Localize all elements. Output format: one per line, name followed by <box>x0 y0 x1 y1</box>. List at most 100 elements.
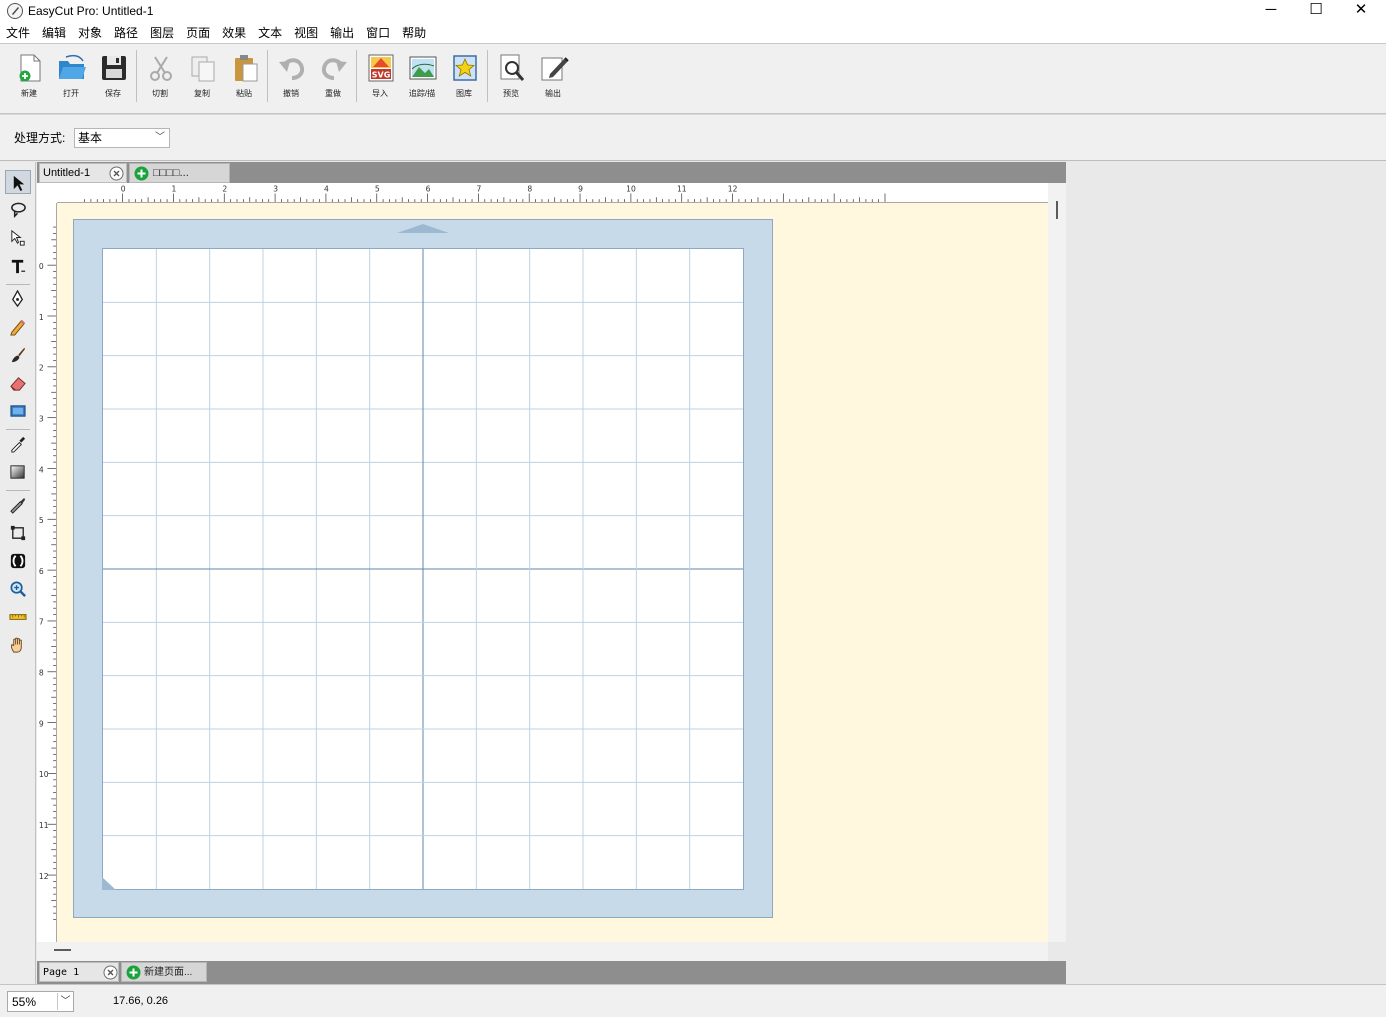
maximize-button[interactable]: ☐ <box>1293 0 1339 22</box>
menu-page[interactable]: 页面 <box>180 22 216 44</box>
svg-text:SVG: SVG <box>372 71 391 80</box>
horizontal-ruler[interactable]: 0 1 2 3 4 5 6 7 8 9 10 11 12 <box>57 183 1048 203</box>
weld-tool[interactable] <box>5 549 31 573</box>
pencil-icon <box>10 320 25 336</box>
svg-import-icon: SVG <box>368 54 394 82</box>
text-tool[interactable] <box>5 254 31 278</box>
horizontal-scrollbar[interactable] <box>37 942 1048 961</box>
knife-tool[interactable] <box>5 493 31 517</box>
menu-object[interactable]: 对象 <box>72 22 108 44</box>
tab-label: Untitled-1 <box>43 167 91 179</box>
undo-button[interactable]: 撤销 <box>270 50 312 104</box>
select-tool[interactable] <box>5 170 31 194</box>
brush-tool[interactable] <box>5 343 31 367</box>
menu-output[interactable]: 输出 <box>324 22 360 44</box>
measure-tool[interactable] <box>5 605 31 629</box>
preview-button[interactable]: 预览 <box>490 50 532 104</box>
vertical-scroll-thumb[interactable] <box>1056 201 1058 219</box>
cut-button[interactable]: 切割 <box>139 50 181 104</box>
ruler-v-label: 9 <box>39 719 44 728</box>
new-document-tab[interactable]: □□□□... <box>129 163 230 183</box>
eyedropper-tool[interactable] <box>5 432 31 456</box>
ruler-v-label: 3 <box>39 414 44 423</box>
process-value: 基本 <box>78 131 103 145</box>
eraser-tool[interactable] <box>5 371 31 395</box>
library-button[interactable]: 图库 <box>443 50 485 104</box>
ruler-v-label: 10 <box>39 770 49 779</box>
toolbar-button-label: 重做 <box>325 89 341 98</box>
pan-tool[interactable] <box>5 633 31 657</box>
process-select[interactable]: 基本 ﹀ <box>74 128 170 148</box>
pencil-tool[interactable] <box>5 315 31 339</box>
copy-icon <box>191 56 215 82</box>
rectangle-tool[interactable] <box>5 399 31 423</box>
process-bar: 处理方式: 基本 ﹀ <box>0 115 1386 161</box>
toolbar-separator <box>487 50 488 102</box>
toolbar-button-label: 复制 <box>194 89 210 98</box>
new-page-tab[interactable]: 新建页面... <box>121 962 207 982</box>
toolbar-button-label: 新建 <box>21 89 37 98</box>
tab-untitled-1[interactable]: Untitled-1 <box>39 163 127 183</box>
close-window-button[interactable]: ✕ <box>1338 0 1384 22</box>
redo-button[interactable]: 重做 <box>312 50 354 104</box>
undo-icon <box>279 58 305 80</box>
menu-effects[interactable]: 效果 <box>216 22 252 44</box>
mat-grid[interactable] <box>102 248 744 890</box>
menu-file[interactable]: 文件 <box>0 22 36 44</box>
menu-window[interactable]: 窗口 <box>360 22 396 44</box>
zoom-select[interactable]: 55% ﹀ <box>7 991 74 1012</box>
node-select-tool[interactable] <box>5 226 31 250</box>
import-button[interactable]: SVG 导入 <box>359 50 401 104</box>
toolbar-button-label: 粘贴 <box>236 89 252 98</box>
lasso-tool[interactable] <box>5 198 31 222</box>
ruler-v-label: 0 <box>39 262 44 271</box>
menu-edit[interactable]: 编辑 <box>36 22 72 44</box>
document-tab-bar: Untitled-1 □□□□... <box>37 162 1066 183</box>
new-button[interactable]: 新建 <box>8 50 50 104</box>
vertical-ruler[interactable]: 0123456789101112 <box>37 203 57 942</box>
ruler-h-label: 4 <box>324 185 329 194</box>
menu-help[interactable]: 帮助 <box>396 22 432 44</box>
toolbar-separator <box>136 50 137 102</box>
chevron-down-icon[interactable]: ﹀ <box>57 993 73 1010</box>
open-button[interactable]: 打开 <box>50 50 92 104</box>
copy-button[interactable]: 复制 <box>181 50 223 104</box>
toolbox <box>0 162 36 984</box>
knife-icon <box>10 497 26 514</box>
toolbar-button-label: 输出 <box>545 89 561 98</box>
toolbar-button-label: 打开 <box>63 89 79 98</box>
menu-view[interactable]: 视图 <box>288 22 324 44</box>
pen-tool[interactable] <box>5 287 31 311</box>
minimize-button[interactable]: ─ <box>1248 0 1294 22</box>
ruler-h-label: 2 <box>222 185 227 194</box>
menu-path[interactable]: 路径 <box>108 22 144 44</box>
new-document-label: □□□□... <box>153 167 189 179</box>
close-tab-icon[interactable] <box>109 166 124 181</box>
toolbar-buttons: 新建 打开 保存 切割 复制 粘贴 撤销 重做 SVG 导入 追踪/描 图库 预览 输出 <box>8 50 574 106</box>
vertical-scrollbar[interactable] <box>1048 183 1066 942</box>
status-bar: 55% ﹀ 17.66, 0.26 <box>0 984 1386 1017</box>
weld-icon <box>10 553 26 569</box>
horizontal-scroll-thumb[interactable] <box>54 949 71 951</box>
paste-button[interactable]: 粘贴 <box>223 50 265 104</box>
tab-page-1[interactable]: Page 1 <box>39 962 119 982</box>
ruler-v-label: 6 <box>39 567 44 576</box>
save-button[interactable]: 保存 <box>92 50 134 104</box>
menu-bar: 文件 编辑 对象 路径 图层 页面 效果 文本 视图 输出 窗口 帮助 <box>0 22 1386 44</box>
ruler-h-label: 8 <box>527 185 532 194</box>
redo-icon <box>321 58 347 80</box>
gradient-tool[interactable] <box>5 460 31 484</box>
ruler-h-label: 6 <box>426 185 431 194</box>
zoom-icon <box>10 581 26 597</box>
ruler-h-label: 12 <box>728 185 738 194</box>
app-logo-icon <box>7 3 23 19</box>
trace-button[interactable]: 追踪/描 <box>401 50 443 104</box>
transform-tool[interactable] <box>5 521 31 545</box>
menu-layer[interactable]: 图层 <box>144 22 180 44</box>
scissors-icon <box>150 56 172 81</box>
output-button[interactable]: 输出 <box>532 50 574 104</box>
ruler-v-label: 2 <box>39 364 44 373</box>
menu-text[interactable]: 文本 <box>252 22 288 44</box>
zoom-tool[interactable] <box>5 577 31 601</box>
close-page-icon[interactable] <box>103 965 118 980</box>
